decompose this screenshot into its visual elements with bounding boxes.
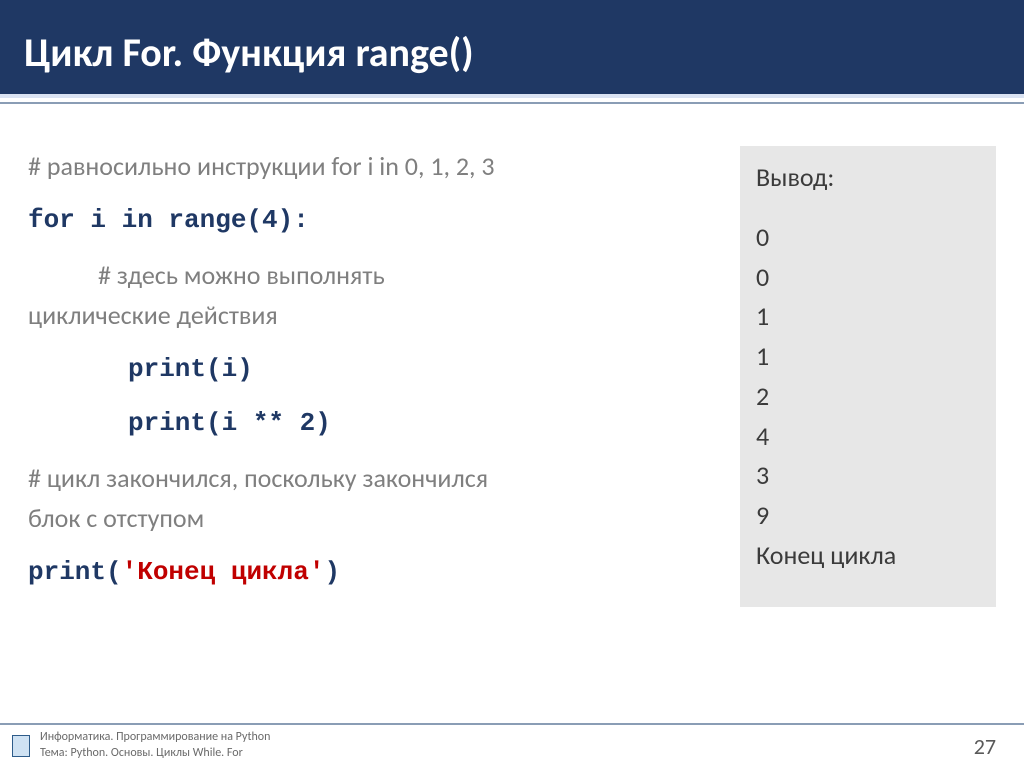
output-label: Вывод: [756,158,980,198]
footer-course: Информатика. Программирование на Python [40,730,974,746]
comment-body-b: циклические действия [28,295,714,335]
output-line: 3 [756,456,980,496]
output-line: 1 [756,337,980,377]
output-line: 4 [756,417,980,457]
output-column: Вывод: 0 0 1 1 2 4 3 9 Конец цикла [740,146,996,607]
code-column: # равносильно инструкции for i in 0, 1, … [28,146,714,607]
slide-title: Цикл For. Функция range() [24,28,1000,77]
comment-equivalent: # равносильно инструкции for i in 0, 1, … [28,146,714,186]
code-print-end: print('Конец цикла') [28,552,714,592]
code-for-line: for i in range(4): [28,200,714,240]
comment-end-a: # цикл закончился, поскольку закончился [28,458,714,498]
slide-footer: Информатика. Программирование на Python … [0,723,1024,767]
print-string: 'Конец цикла' [122,557,325,587]
code-print-i: print(i) [28,349,714,389]
comment-end-b: блок с отступом [28,498,714,538]
print-close: ) [324,557,340,587]
output-line: 1 [756,297,980,337]
output-line: 2 [756,377,980,417]
slide-header: Цикл For. Функция range() [0,0,1024,98]
footer-text: Информатика. Программирование на Python … [40,730,974,761]
slide-content: # равносильно инструкции for i in 0, 1, … [0,104,1024,607]
page-number: 27 [974,733,1024,760]
output-line: Конец цикла [756,536,980,576]
print-open: print( [28,557,122,587]
footer-topic: Тема: Python. Основы. Циклы While. For [40,746,974,762]
output-line: 0 [756,218,980,258]
code-print-i-sq: print(i ** 2) [28,403,714,443]
output-line: 0 [756,258,980,298]
comment-body-a: # здесь можно выполнять [28,255,714,295]
book-icon [12,735,30,757]
output-line: 9 [756,496,980,536]
